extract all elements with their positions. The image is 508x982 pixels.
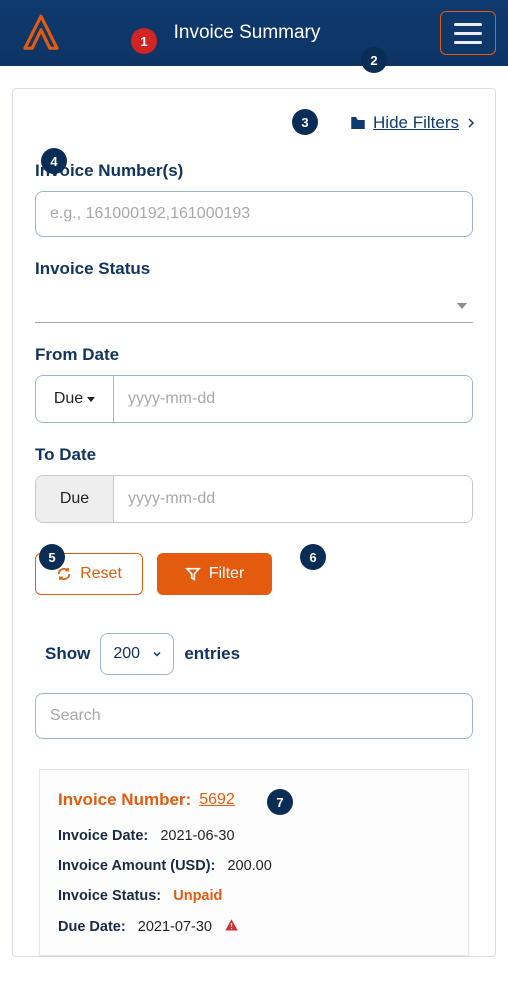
callout-badge-5: 5 <box>39 544 65 570</box>
to-date-type-dropdown[interactable]: Due <box>36 476 114 522</box>
hide-filters-toggle[interactable]: Hide Filters <box>31 113 477 133</box>
app-header: Invoice Summary <box>0 0 508 66</box>
callout-badge-3: 3 <box>292 109 318 135</box>
invoice-numbers-label: Invoice Number(s) <box>35 161 473 181</box>
funnel-icon <box>185 566 201 582</box>
show-label: Show <box>45 644 90 664</box>
invoice-date-label: Invoice Date: <box>58 828 148 844</box>
callout-badge-6: 6 <box>300 544 326 570</box>
from-date-type-dropdown[interactable]: Due <box>36 376 114 422</box>
refresh-icon <box>56 566 72 582</box>
from-date-input[interactable] <box>114 376 472 422</box>
invoice-due-value: 2021-07-30 <box>138 919 212 935</box>
page-size-select[interactable]: 200 <box>100 633 174 675</box>
invoice-card: Invoice Number: 5692 Invoice Date: 2021-… <box>39 769 469 956</box>
filter-button[interactable]: Filter <box>157 553 272 595</box>
search-input[interactable] <box>35 693 473 739</box>
invoice-due-label: Due Date: <box>58 919 126 935</box>
page-title: Invoice Summary <box>54 22 440 44</box>
invoice-status-value: Unpaid <box>173 888 222 904</box>
caret-down-icon <box>457 303 467 309</box>
caret-down-icon <box>87 397 95 402</box>
entries-label: entries <box>184 644 240 664</box>
filter-folder-icon <box>349 114 367 132</box>
invoice-status-label: Invoice Status: <box>58 888 161 904</box>
invoice-amount-value: 200.00 <box>227 858 271 874</box>
invoice-date-value: 2021-06-30 <box>160 828 234 844</box>
warning-icon <box>224 918 239 933</box>
callout-badge-7: 7 <box>267 789 293 815</box>
invoice-number-link[interactable]: 5692 <box>199 791 235 809</box>
invoice-status-label: Invoice Status <box>35 259 473 279</box>
callout-badge-4: 4 <box>41 148 67 174</box>
hide-filters-label: Hide Filters <box>373 113 459 133</box>
invoice-amount-label: Invoice Amount (USD): <box>58 858 215 874</box>
filters-card: Hide Filters Invoice Number(s) Invoice S… <box>12 88 496 957</box>
menu-button[interactable] <box>440 11 496 55</box>
chevron-right-icon <box>465 115 477 131</box>
invoice-number-label: Invoice Number: <box>58 790 191 810</box>
callout-badge-1: 1 <box>131 28 157 54</box>
invoice-numbers-input[interactable] <box>35 191 473 237</box>
to-date-label: To Date <box>35 445 473 465</box>
to-date-input[interactable] <box>114 476 472 522</box>
from-date-label: From Date <box>35 345 473 365</box>
chevron-down-icon <box>151 648 163 660</box>
callout-badge-2: 2 <box>361 47 387 73</box>
invoice-status-select[interactable] <box>35 289 473 323</box>
